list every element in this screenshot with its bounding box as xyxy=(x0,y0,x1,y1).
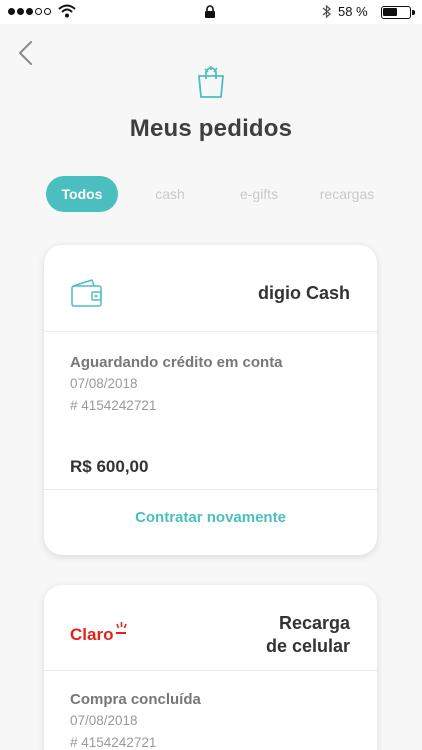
order-card-footer: Contratar novamente xyxy=(44,490,377,552)
page-title: Meus pedidos xyxy=(129,115,293,142)
wifi-icon xyxy=(58,4,76,18)
order-card[interactable]: Claro Recarga de celular Compra concluíd… xyxy=(44,585,377,750)
battery-percentage: 58 % xyxy=(338,4,368,19)
battery-icon xyxy=(381,6,415,19)
order-details: Aguardando crédito em conta 07/08/2018 #… xyxy=(44,332,377,490)
order-number: # 4154242721 xyxy=(70,398,157,413)
order-card[interactable]: digio Cash Aguardando crédito em conta 0… xyxy=(44,245,377,555)
order-title: Recarga de celular xyxy=(265,613,350,656)
svg-text:Claro: Claro xyxy=(70,625,113,643)
order-card-header: digio Cash xyxy=(44,245,377,332)
shopping-bag-icon xyxy=(198,66,224,98)
order-amount: R$ 600,00 xyxy=(70,457,149,476)
status-bar: 58 % xyxy=(0,0,422,24)
order-date: 07/08/2018 xyxy=(70,376,138,391)
order-card-header: Claro Recarga de celular xyxy=(44,585,377,671)
wallet-icon xyxy=(71,279,102,307)
tab-recargas[interactable]: recargas xyxy=(310,176,384,212)
order-date: 07/08/2018 xyxy=(70,713,138,728)
tab-todos[interactable]: Todos xyxy=(46,176,118,212)
cell-signal-icon xyxy=(8,8,51,15)
contratar-novamente-button[interactable]: Contratar novamente xyxy=(44,509,377,526)
order-title: digio Cash xyxy=(257,283,350,303)
back-button[interactable] xyxy=(16,40,36,66)
bluetooth-icon xyxy=(322,4,331,19)
order-status: Compra concluída xyxy=(70,691,201,708)
order-number: # 4154242721 xyxy=(70,735,157,750)
order-status: Aguardando crédito em conta xyxy=(70,354,283,371)
claro-logo: Claro xyxy=(70,622,127,643)
tab-e-gifts[interactable]: e-gifts xyxy=(224,176,294,212)
tab-cash[interactable]: cash xyxy=(140,176,200,212)
lock-icon xyxy=(205,5,215,18)
filter-tabs: Todos cash e-gifts recargas xyxy=(0,176,422,212)
